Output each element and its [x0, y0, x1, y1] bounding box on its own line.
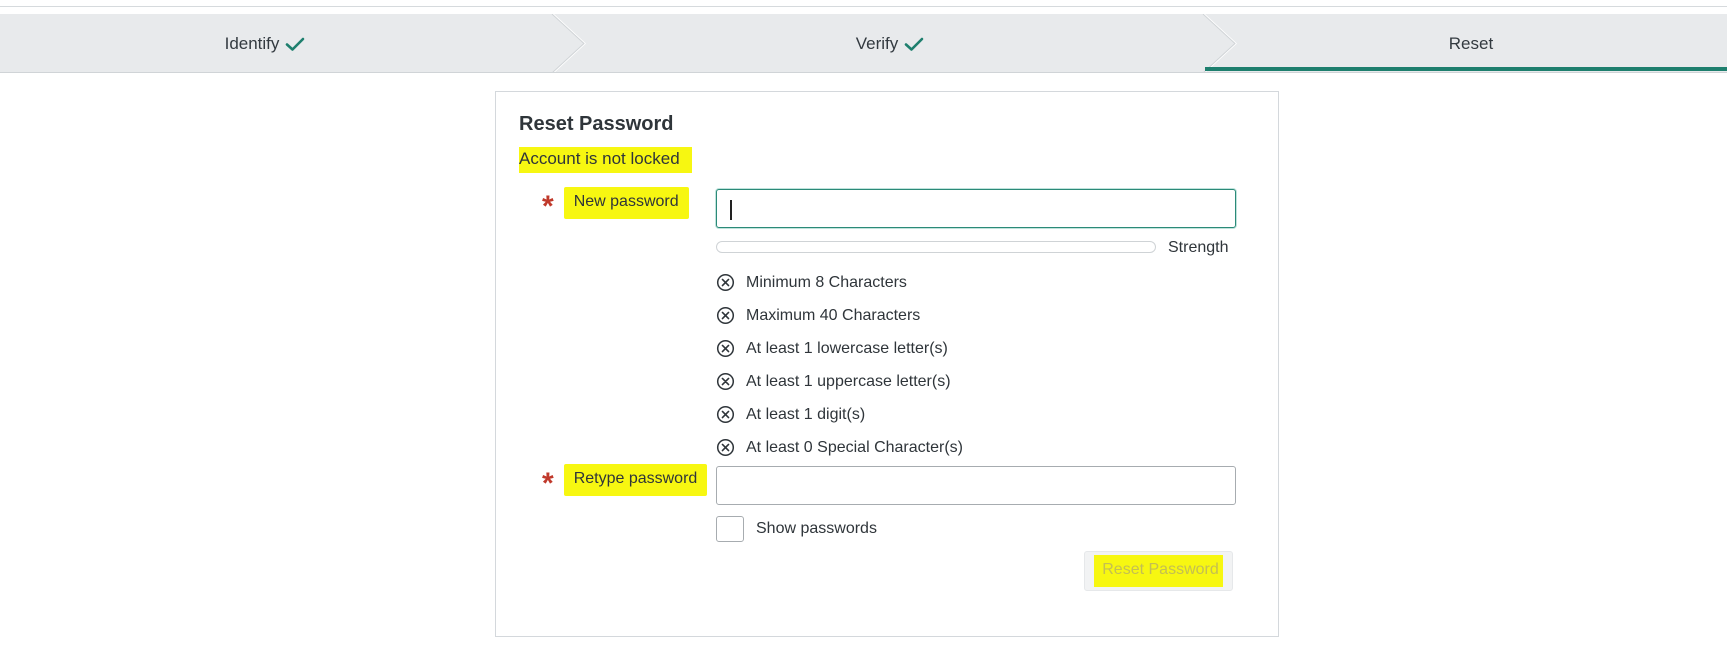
account-status-text: Account is not locked	[519, 147, 692, 173]
new-password-label: New password	[563, 187, 689, 219]
page-title: Reset Password	[519, 113, 674, 135]
password-rule-text: Maximum 40 Characters	[746, 306, 921, 324]
strength-label: Strength	[1168, 239, 1229, 256]
password-rules-list: Minimum 8 Characters Maximum 40 Character…	[716, 266, 963, 464]
new-password-input[interactable]	[716, 189, 1236, 228]
text-caret	[730, 200, 732, 220]
step-verify-label: Verify	[855, 33, 899, 53]
reset-password-button-label: Reset Password	[1094, 555, 1223, 587]
circle-x-icon	[716, 273, 735, 292]
password-rule-item: At least 1 uppercase letter(s)	[716, 365, 963, 398]
circle-x-icon	[716, 438, 735, 457]
check-icon	[904, 37, 924, 51]
step-identify: Identify	[0, 14, 530, 73]
password-rule-text: Minimum 8 Characters	[746, 273, 907, 291]
password-rule-item: At least 1 digit(s)	[716, 398, 963, 431]
password-rule-text: At least 1 uppercase letter(s)	[746, 372, 951, 390]
step-identify-label: Identify	[224, 33, 280, 53]
reset-password-button[interactable]: Reset Password	[1084, 551, 1233, 591]
retype-password-input[interactable]	[716, 466, 1236, 505]
step-reset-label: Reset	[1448, 33, 1494, 53]
top-divider	[0, 6, 1727, 7]
circle-x-icon	[716, 339, 735, 358]
active-step-indicator	[1205, 67, 1727, 71]
password-rule-text: At least 1 lowercase letter(s)	[746, 339, 948, 357]
step-verify: Verify	[580, 14, 1200, 73]
password-rule-text: At least 0 Special Character(s)	[746, 438, 963, 456]
show-passwords-label[interactable]: Show passwords	[756, 520, 877, 538]
password-rule-item: Minimum 8 Characters	[716, 266, 963, 299]
password-strength-meter	[716, 241, 1156, 253]
progress-stepper: Identify Verify Reset	[0, 14, 1727, 73]
show-passwords-checkbox[interactable]	[716, 516, 744, 542]
asterisk-icon: *	[542, 467, 554, 500]
check-icon	[286, 37, 305, 51]
retype-password-label-row: * Retype password	[542, 464, 708, 500]
password-rule-item: At least 1 lowercase letter(s)	[716, 332, 963, 365]
step-reset: Reset	[1215, 14, 1727, 73]
show-passwords-row[interactable]: Show passwords	[716, 516, 877, 542]
reset-password-card: Reset Password Account is not locked * N…	[495, 91, 1279, 637]
circle-x-icon	[716, 405, 735, 424]
password-rule-item: Maximum 40 Characters	[716, 299, 963, 332]
password-rule-text: At least 1 digit(s)	[746, 405, 866, 423]
circle-x-icon	[716, 372, 735, 391]
retype-password-label: Retype password	[563, 464, 708, 496]
asterisk-icon: *	[542, 190, 554, 223]
password-rule-item: At least 0 Special Character(s)	[716, 431, 963, 464]
new-password-label-row: * New password	[542, 187, 689, 223]
circle-x-icon	[716, 306, 735, 325]
